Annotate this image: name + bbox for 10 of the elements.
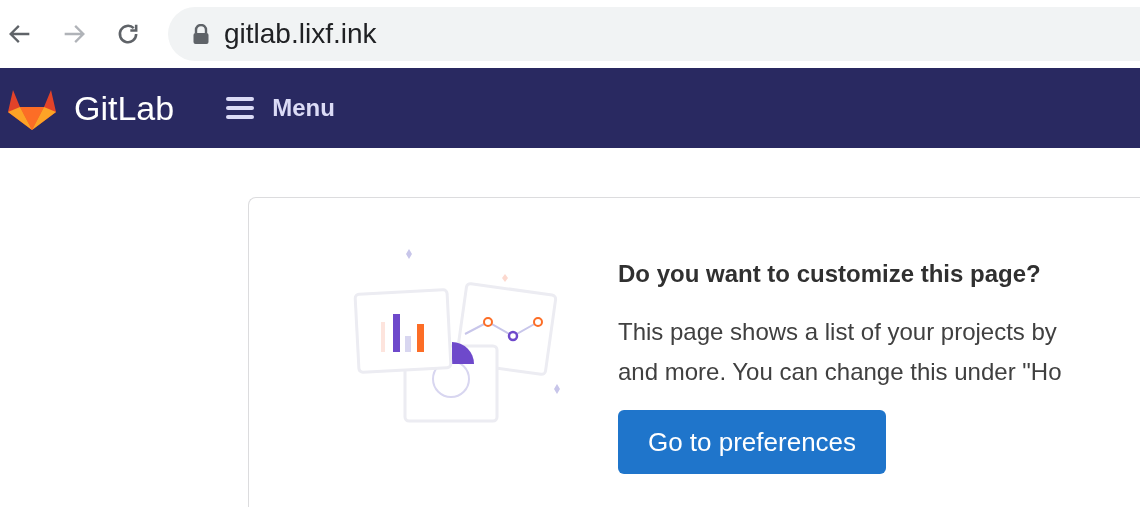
menu-icon	[226, 97, 255, 119]
url-text: gitlab.lixf.ink	[224, 17, 377, 51]
brand-name[interactable]: GitLab	[74, 82, 175, 134]
card-title: Do you want to customize this page?	[618, 259, 1042, 289]
lock-icon	[192, 24, 210, 44]
menu-button[interactable]: Menu	[226, 90, 335, 126]
description-line: This page shows a list of your projects by	[618, 317, 1058, 347]
address-bar[interactable]: gitlab.lixf.ink	[168, 7, 1140, 61]
description-line: and more. You can change this under "Ho	[618, 357, 1062, 387]
preferences-button[interactable]: Go to preferences	[618, 410, 886, 474]
